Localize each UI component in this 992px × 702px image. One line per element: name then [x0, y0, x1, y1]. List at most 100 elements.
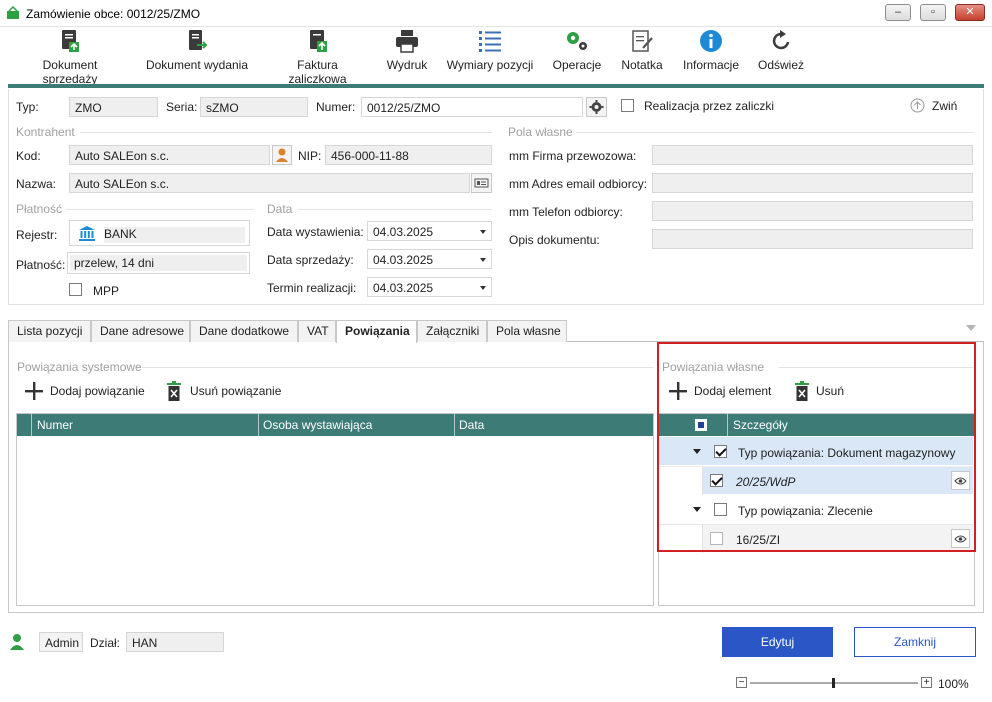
toolbar-label: Dokument wydania	[145, 58, 249, 72]
register-label: Rejestr:	[16, 228, 58, 242]
toolbar-label: Dokument sprzedaży	[42, 58, 98, 86]
remove-link-button[interactable]: Usuń powiązanie	[166, 380, 286, 402]
tab-links[interactable]: Powiązania	[336, 320, 417, 343]
app-basket-icon	[7, 6, 19, 19]
recipient-email-label: mm Adres email odbiorcy:	[509, 177, 648, 191]
id-card-icon	[474, 178, 489, 188]
user-field: Admin	[39, 632, 83, 652]
close-window-button[interactable]: ✕	[955, 4, 985, 21]
contractor-select-button[interactable]	[272, 145, 292, 165]
document-sale-button[interactable]: Dokument sprzedaży	[14, 29, 126, 86]
group-divider	[80, 132, 492, 133]
remove-link-label: Usuń powiązanie	[190, 384, 282, 398]
recipient-phone-field[interactable]	[652, 201, 973, 221]
tab-additional-data[interactable]: Dane dodatkowe	[190, 320, 298, 342]
contractor-name-field[interactable]: Auto SALEon s.c.	[69, 173, 470, 193]
collapse-button[interactable]: Zwiń	[910, 97, 960, 115]
refresh-button[interactable]: Odśwież	[757, 29, 805, 79]
column-date[interactable]: Data	[459, 418, 484, 432]
advance-realization-checkbox[interactable]	[621, 99, 634, 112]
add-link-button[interactable]: Dodaj powiązanie	[24, 380, 148, 402]
name-label: Nazwa:	[16, 177, 57, 191]
number-settings-button[interactable]	[586, 97, 607, 117]
tab-item-list[interactable]: Lista pozycji	[8, 320, 91, 342]
item-dimensions-button[interactable]: Wymiary pozycji	[446, 29, 534, 79]
mpp-label: MPP	[93, 284, 120, 298]
payment-field[interactable]: przelew, 14 dni	[67, 252, 250, 274]
register-value: BANK	[104, 227, 245, 243]
dropdown-arrow-icon	[480, 258, 486, 262]
document-issue-button[interactable]: Dokument wydania	[145, 29, 249, 79]
issue-date-picker[interactable]: 04.03.2025	[367, 221, 492, 241]
dropdown-arrow-icon	[480, 230, 486, 234]
zoom-slider-thumb[interactable]	[832, 678, 835, 688]
toolbar-label: Informacje	[682, 58, 740, 72]
zoom-out-button[interactable]: −	[736, 677, 747, 688]
document-sale-icon	[62, 30, 79, 52]
add-link-label: Dodaj powiązanie	[50, 384, 145, 398]
payment-label: Płatność:	[16, 258, 66, 272]
user-icon	[10, 634, 24, 650]
tab-vat[interactable]: VAT	[298, 320, 336, 342]
information-button[interactable]: Informacje	[682, 29, 740, 79]
minimize-button[interactable]: ‒	[885, 4, 911, 21]
group-divider	[298, 209, 492, 210]
note-button[interactable]: Notatka	[619, 29, 665, 79]
nip-label: NIP:	[298, 149, 322, 163]
window-title: Zamówienie obce: 0012/25/ZMO	[26, 7, 201, 21]
zoom-in-button[interactable]: +	[921, 677, 932, 688]
nip-field[interactable]: 456-000-11-88	[325, 145, 492, 165]
number-field[interactable]: 0012/25/ZMO	[361, 97, 583, 117]
contractor-group-title: Kontrahent	[16, 125, 75, 139]
toolbar-divider	[8, 84, 984, 88]
advance-invoice-button[interactable]: Faktura zaliczkowa	[268, 29, 367, 86]
close-button[interactable]: Zamknij	[854, 627, 976, 657]
person-icon	[276, 148, 288, 162]
toolbar-label: Wydruk	[386, 58, 428, 72]
column-number[interactable]: Numer	[37, 418, 73, 432]
list-icon	[479, 31, 501, 52]
advance-invoice-icon	[309, 30, 327, 52]
collapse-up-icon	[910, 98, 925, 113]
tab-attachments[interactable]: Załączniki	[417, 320, 487, 342]
print-button[interactable]: Wydruk	[384, 29, 430, 79]
recipient-phone-label: mm Telefon odbiorcy:	[509, 205, 623, 219]
operations-button[interactable]: Operacje	[551, 29, 603, 79]
issue-date-label: Data wystawienia:	[267, 225, 364, 239]
register-field[interactable]: BANK	[69, 220, 250, 246]
mpp-checkbox[interactable]	[69, 283, 82, 296]
due-date-label: Termin realizacji:	[267, 281, 357, 295]
code-label: Kod:	[16, 149, 41, 163]
edit-button[interactable]: Edytuj	[722, 627, 833, 657]
printer-icon	[396, 30, 418, 53]
tabs-overflow-icon[interactable]	[966, 325, 976, 331]
toolbar-label: Odśwież	[757, 58, 804, 72]
refresh-icon	[772, 30, 790, 50]
collapse-label: Zwiń	[932, 99, 958, 113]
toolbar-label: Faktura zaliczkowa	[288, 58, 347, 86]
restore-button[interactable]: ▫	[920, 4, 946, 21]
number-label: Numer:	[316, 100, 356, 114]
due-date-picker[interactable]: 04.03.2025	[367, 277, 492, 297]
carrier-field[interactable]	[652, 145, 973, 165]
document-issue-icon	[189, 30, 208, 50]
payment-group-title: Płatność	[16, 202, 63, 216]
document-description-field[interactable]	[652, 229, 973, 249]
recipient-email-field[interactable]	[652, 173, 973, 193]
series-field[interactable]: sZMO	[200, 97, 308, 117]
group-divider	[142, 367, 653, 368]
tab-address-data[interactable]: Dane adresowe	[91, 320, 190, 342]
contractor-code-field[interactable]: Auto SALEon s.c.	[69, 145, 270, 165]
sale-date-picker[interactable]: 04.03.2025	[367, 249, 492, 269]
department-label: Dział:	[90, 636, 121, 650]
group-divider	[576, 132, 974, 133]
type-field[interactable]: ZMO	[69, 97, 158, 117]
info-icon	[700, 30, 722, 52]
document-description-label: Opis dokumentu:	[509, 233, 600, 247]
tab-custom-fields[interactable]: Pola własne	[487, 320, 567, 342]
column-issuer[interactable]: Osoba wystawiająca	[263, 418, 372, 432]
type-label: Typ:	[16, 100, 39, 114]
toolbar-label: Operacje	[552, 58, 602, 72]
contractor-card-button[interactable]	[471, 173, 492, 193]
department-field[interactable]: HAN	[126, 632, 224, 652]
